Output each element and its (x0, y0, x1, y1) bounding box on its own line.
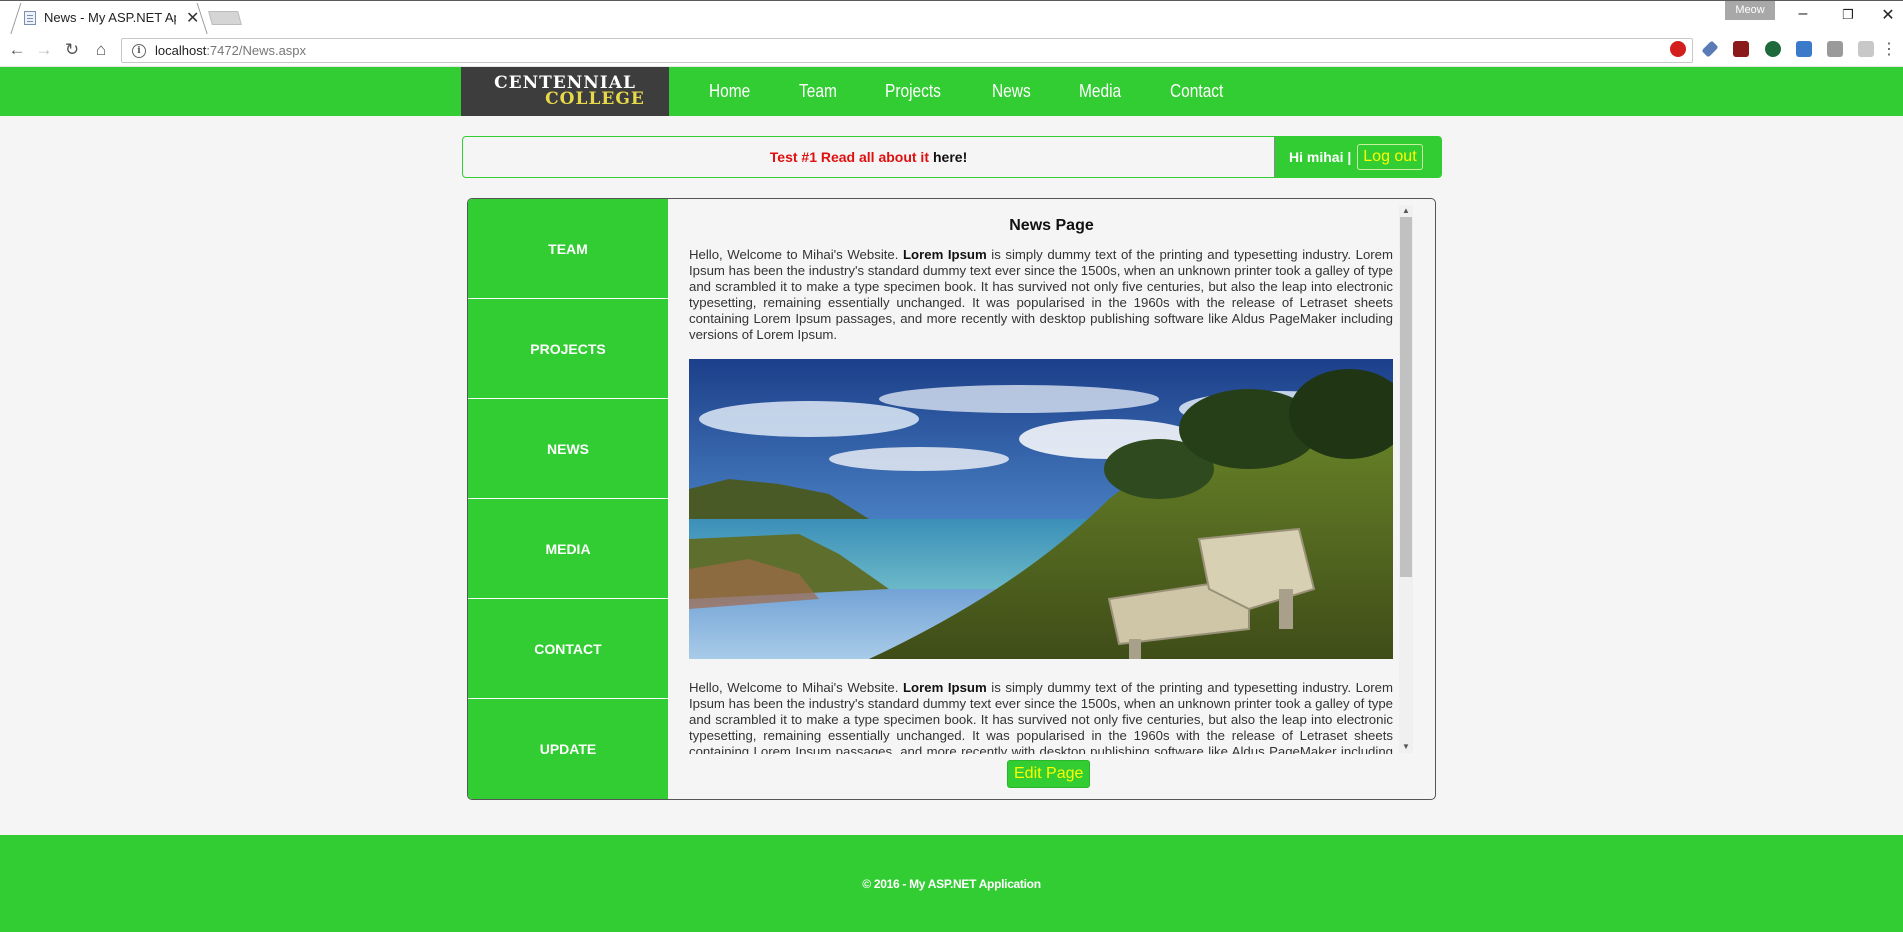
news-content[interactable]: News Page Hello, Welcome to Mihai's Webs… (668, 199, 1435, 754)
nav-contact[interactable]: Contact (1170, 81, 1223, 102)
announcement-rest: here! (933, 149, 968, 165)
url-path: :7472/News.aspx (206, 43, 307, 58)
profile-button[interactable]: Meow (1725, 1, 1775, 20)
shield-extension-icon[interactable] (1858, 41, 1874, 57)
forward-icon[interactable]: → (33, 39, 55, 61)
content-scrollbar[interactable]: ▲ ▼ (1399, 205, 1413, 753)
download-extension-icon[interactable] (1796, 41, 1812, 57)
close-icon[interactable]: ✕ (1873, 5, 1903, 25)
tab-edge (10, 3, 22, 35)
sidebar-item-contact[interactable]: CONTACT (468, 599, 668, 699)
address-bar[interactable]: i localhost :7472/News.aspx ☆ (121, 38, 1693, 63)
paragraph-intro: Hello, Welcome to Mihai's Website. (689, 247, 899, 262)
browser-tabbar: News - My ASP.NET App ✕ Meow – ❐ ✕ (0, 0, 1903, 35)
sidebar-item-media[interactable]: MEDIA (468, 499, 668, 599)
extension-icon[interactable] (1827, 41, 1843, 57)
scroll-down-icon[interactable]: ▼ (1399, 741, 1413, 753)
page-favicon-icon (24, 10, 36, 25)
nav-media[interactable]: Media (1079, 81, 1121, 102)
sidebar-item-update[interactable]: UPDATE (468, 699, 668, 799)
news-paragraph: Hello, Welcome to Mihai's Website. Lorem… (689, 247, 1393, 343)
reload-icon[interactable]: ↻ (61, 39, 83, 61)
paragraph-bold: Lorem Ipsum (903, 247, 987, 262)
menu-icon[interactable]: ⋮ (1878, 39, 1900, 61)
site-header: CENTENNIAL COLLEGE Home Team Projects Ne… (0, 67, 1903, 116)
college-logo[interactable]: CENTENNIAL COLLEGE (461, 67, 669, 116)
user-greeting: Hi mihai | (1289, 149, 1352, 165)
browser-tab[interactable]: News - My ASP.NET App ✕ (24, 2, 209, 33)
main-panel: TEAM PROJECTS NEWS MEDIA CONTACT UPDATE … (467, 198, 1436, 800)
browser-toolbar: ← → ↻ ⌂ i localhost :7472/News.aspx ☆ ⋮ (0, 34, 1903, 67)
edit-page-button[interactable]: Edit Page (1007, 760, 1091, 788)
home-icon[interactable]: ⌂ (90, 39, 112, 61)
nav-team[interactable]: Team (799, 81, 837, 102)
minimize-icon[interactable]: – (1788, 5, 1818, 23)
landscape-photo (689, 359, 1409, 659)
back-icon[interactable]: ← (6, 39, 28, 61)
tab-close-icon[interactable]: ✕ (186, 8, 199, 28)
nav-news[interactable]: News (992, 81, 1031, 102)
info-icon[interactable]: i (132, 43, 146, 58)
scroll-thumb[interactable] (1400, 217, 1412, 577)
paragraph-bold: Lorem Ipsum (903, 680, 987, 695)
nav-home[interactable]: Home (709, 81, 750, 102)
logo-bottom-text: COLLEGE (545, 89, 645, 109)
scroll-up-icon[interactable]: ▲ (1399, 205, 1413, 217)
announcement-highlight[interactable]: Test #1 Read all about it (770, 149, 929, 165)
adblock-extension-icon[interactable] (1670, 41, 1686, 57)
page-title: News Page (1009, 217, 1094, 234)
color-extension-icon[interactable] (1765, 41, 1781, 57)
paragraph-intro: Hello, Welcome to Mihai's Website. (689, 680, 899, 695)
news-paragraph: Hello, Welcome to Mihai's Website. Lorem… (689, 680, 1393, 754)
announcement-message: Test #1 Read all about it here! (463, 137, 1275, 177)
new-tab-button[interactable] (208, 11, 242, 25)
pdf-extension-icon[interactable] (1733, 41, 1749, 57)
sidebar-item-news[interactable]: NEWS (468, 399, 668, 499)
announcement-bar: Test #1 Read all about it here! Hi mihai… (462, 136, 1442, 178)
url-host: localhost (155, 43, 207, 58)
user-area: Hi mihai | Log out (1275, 137, 1441, 177)
footer-copyright: © 2016 - My ASP.NET Application (862, 876, 1041, 891)
logout-button[interactable]: Log out (1357, 144, 1423, 170)
eyedropper-extension-icon[interactable] (1701, 40, 1719, 58)
top-navigation: Home Team Projects News Media Contact (709, 67, 1274, 116)
nav-projects[interactable]: Projects (885, 81, 941, 102)
sidebar: TEAM PROJECTS NEWS MEDIA CONTACT UPDATE (468, 199, 668, 799)
sidebar-item-team[interactable]: TEAM (468, 199, 668, 299)
sidebar-item-projects[interactable]: PROJECTS (468, 299, 668, 399)
site-footer: © 2016 - My ASP.NET Application (0, 835, 1903, 932)
restore-icon[interactable]: ❐ (1833, 7, 1863, 23)
tab-title: News - My ASP.NET App (44, 10, 176, 25)
